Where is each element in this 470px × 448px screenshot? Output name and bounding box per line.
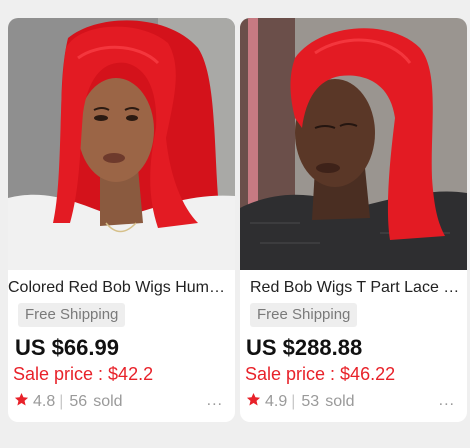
sold-label: sold bbox=[325, 393, 355, 410]
product-title[interactable]: Red Bob Wigs T Part Lace Bo... bbox=[250, 279, 467, 297]
product-image[interactable] bbox=[240, 18, 467, 270]
sale-price: Sale price : $42.2 bbox=[13, 364, 154, 384]
rating-value: 4.8 bbox=[33, 393, 56, 410]
product-grid: Colored Red Bob Wigs Human ... Free Ship… bbox=[0, 0, 470, 448]
rating-row: 4.9 | 53 sold ... bbox=[246, 392, 455, 412]
sold-count: 53 bbox=[301, 393, 320, 410]
sold-label: sold bbox=[93, 393, 123, 410]
sold-count: 56 bbox=[69, 393, 88, 410]
divider: | bbox=[59, 393, 64, 410]
product-card[interactable]: Red Bob Wigs T Part Lace Bo... Free Ship… bbox=[240, 18, 467, 422]
product-title[interactable]: Colored Red Bob Wigs Human ... bbox=[8, 279, 235, 297]
star-icon bbox=[246, 392, 261, 407]
rating-value: 4.9 bbox=[265, 393, 288, 410]
more-dots-icon[interactable]: ... bbox=[207, 392, 223, 410]
rating-row: 4.8 | 56 sold ... bbox=[14, 392, 223, 412]
divider: | bbox=[291, 393, 296, 410]
free-shipping-badge: Free Shipping bbox=[250, 303, 358, 327]
more-dots-icon[interactable]: ... bbox=[439, 392, 455, 410]
free-shipping-badge: Free Shipping bbox=[18, 303, 126, 327]
product-card[interactable]: Colored Red Bob Wigs Human ... Free Ship… bbox=[8, 18, 235, 422]
star-icon bbox=[14, 392, 29, 407]
product-price: US $66.99 bbox=[15, 335, 119, 360]
sale-price: Sale price : $46.22 bbox=[245, 364, 396, 384]
product-price: US $288.88 bbox=[246, 335, 363, 360]
product-image[interactable] bbox=[8, 18, 235, 270]
